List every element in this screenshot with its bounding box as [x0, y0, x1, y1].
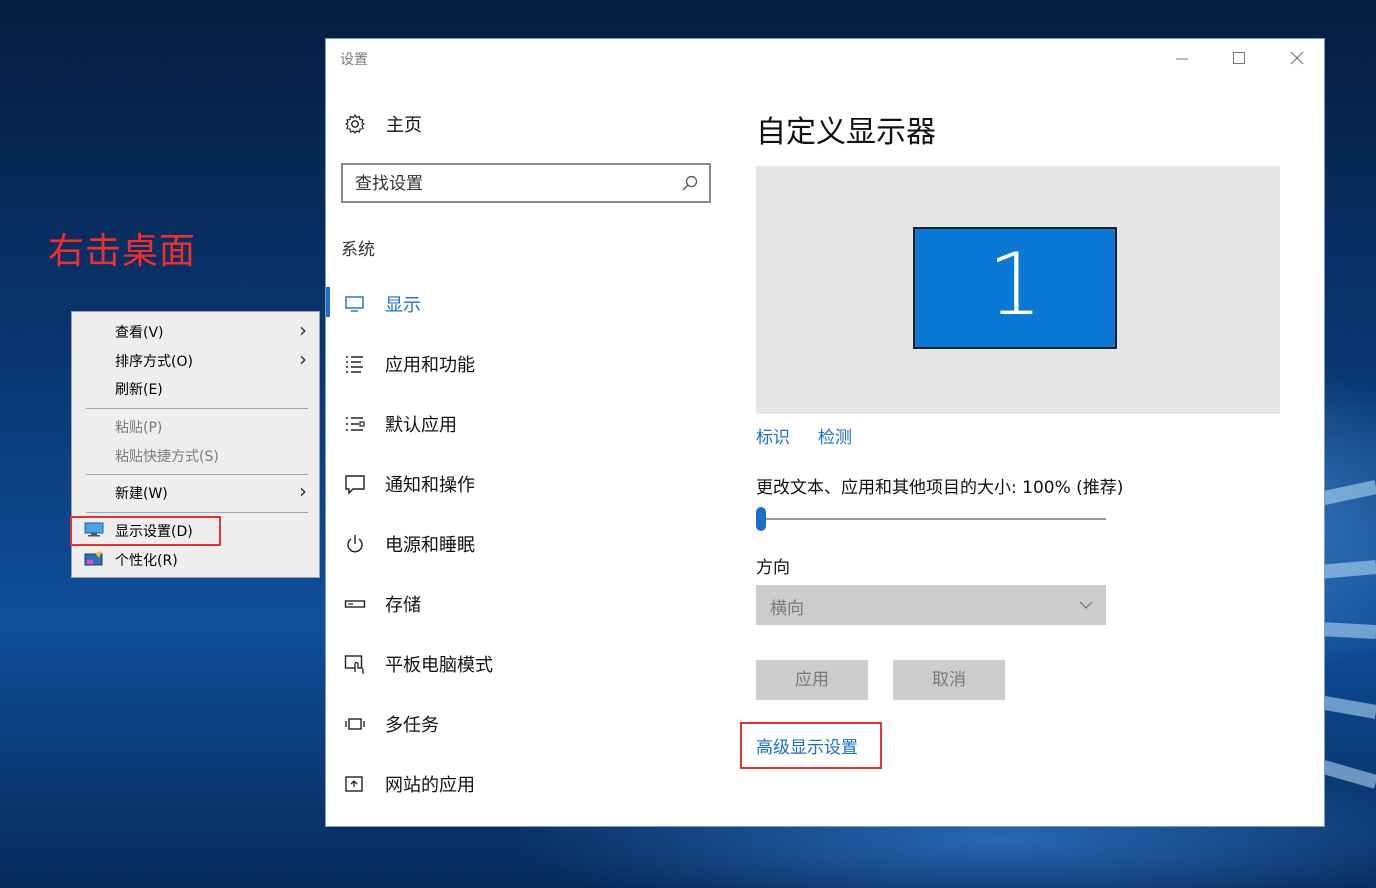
menu-item-paste[interactable]: 粘贴(P): [72, 413, 319, 439]
section-label-system: 系统: [341, 240, 375, 260]
default-apps-icon: [346, 417, 365, 431]
menu-item-paste-shortcut[interactable]: 粘贴快捷方式(S): [72, 442, 319, 468]
menu-divider: [86, 474, 308, 475]
minimize-button[interactable]: [1169, 45, 1195, 71]
sidebar-item-storage[interactable]: 存储: [326, 583, 716, 623]
menu-item-personalize[interactable]: 个性化(R): [72, 546, 319, 572]
storage-icon: [344, 600, 366, 608]
nav-home-label: 主页: [386, 115, 422, 136]
sidebar-item-notifications[interactable]: 通知和操作: [326, 463, 716, 503]
menu-item-label: 排序方式(O): [115, 354, 193, 370]
notification-icon: [345, 475, 365, 495]
close-icon: [1290, 51, 1304, 65]
apply-button[interactable]: 应用: [756, 660, 868, 700]
apps-list-icon: [346, 356, 363, 373]
scale-slider[interactable]: [756, 507, 1106, 531]
chevron-right-icon: ›: [299, 318, 307, 342]
sidebar-item-label: 平板电脑模式: [385, 655, 493, 676]
monitor-tile[interactable]: 1: [913, 227, 1117, 349]
sidebar-item-display[interactable]: 显示: [326, 283, 716, 323]
search-icon: [682, 175, 698, 191]
multitasking-icon: [345, 718, 365, 730]
sidebar-item-multitasking[interactable]: 多任务: [326, 703, 716, 743]
menu-item-sort-by[interactable]: 排序方式(O) ›: [72, 347, 319, 373]
orientation-select[interactable]: 横向: [756, 585, 1106, 625]
chevron-down-icon: [1079, 601, 1093, 609]
scale-label: 更改文本、应用和其他项目的大小: 100% (推荐): [756, 478, 1124, 498]
maximize-icon: [1233, 52, 1245, 64]
menu-item-label: 个性化(R): [115, 553, 178, 569]
menu-item-label: 查看(V): [115, 325, 164, 341]
settings-window: 设置 主页 系统 显示 应用和功能: [325, 38, 1325, 827]
menu-divider: [86, 408, 308, 409]
display-arrangement-preview: 1: [756, 166, 1280, 414]
sidebar-item-label: 应用和功能: [385, 355, 475, 376]
sidebar-item-label: 网站的应用: [385, 775, 475, 796]
menu-item-label: 新建(W): [115, 486, 168, 502]
web-apps-icon: [345, 776, 363, 792]
detect-link[interactable]: 检测: [818, 423, 852, 448]
sidebar-item-power-sleep[interactable]: 电源和睡眠: [326, 523, 716, 563]
sidebar-item-tablet-mode[interactable]: 平板电脑模式: [326, 643, 716, 683]
sidebar-item-label: 多任务: [385, 715, 439, 736]
chevron-right-icon: ›: [299, 347, 307, 371]
cancel-button[interactable]: 取消: [893, 660, 1005, 700]
maximize-button[interactable]: [1226, 45, 1252, 71]
slider-thumb[interactable]: [756, 507, 766, 531]
identify-link[interactable]: 标识: [756, 423, 790, 448]
sidebar-item-label: 存储: [385, 595, 421, 616]
menu-item-label: 刷新(E): [115, 382, 163, 398]
active-indicator: [326, 287, 330, 317]
tablet-mode-icon: [344, 655, 364, 674]
highlight-box-advanced-link: [740, 722, 882, 769]
window-title: 设置: [340, 52, 368, 68]
sidebar-item-web-apps[interactable]: 网站的应用: [326, 763, 716, 803]
sidebar-item-label: 默认应用: [385, 415, 457, 436]
display-icon: [345, 296, 364, 312]
search-input[interactable]: [353, 171, 667, 197]
minimize-icon: [1176, 58, 1188, 60]
sidebar-item-label: 通知和操作: [385, 475, 475, 496]
personalize-icon: [84, 551, 103, 566]
orientation-value: 横向: [770, 599, 804, 619]
highlight-box-display-settings: [70, 516, 221, 546]
monitor-number: 1: [987, 235, 1043, 335]
menu-item-view[interactable]: 查看(V) ›: [72, 318, 319, 344]
menu-item-label: 粘贴快捷方式(S): [115, 449, 219, 465]
gear-icon: [345, 113, 366, 134]
page-title: 自定义显示器: [756, 115, 936, 150]
power-icon: [347, 535, 363, 553]
sidebar-item-label: 电源和睡眠: [385, 535, 475, 556]
sidebar-item-apps-features[interactable]: 应用和功能: [326, 343, 716, 383]
close-button[interactable]: [1284, 45, 1310, 71]
orientation-label: 方向: [756, 558, 790, 578]
menu-divider: [86, 512, 308, 513]
slider-track: [756, 518, 1106, 520]
sidebar-item-default-apps[interactable]: 默认应用: [326, 403, 716, 443]
menu-item-new[interactable]: 新建(W) ›: [72, 479, 319, 505]
search-box[interactable]: [341, 163, 711, 203]
sidebar-item-label: 显示: [385, 295, 421, 316]
menu-item-label: 粘贴(P): [115, 420, 163, 436]
menu-item-refresh[interactable]: 刷新(E): [72, 375, 319, 401]
chevron-right-icon: ›: [299, 479, 307, 503]
annotation-right-click-desktop: 右击桌面: [48, 231, 197, 272]
